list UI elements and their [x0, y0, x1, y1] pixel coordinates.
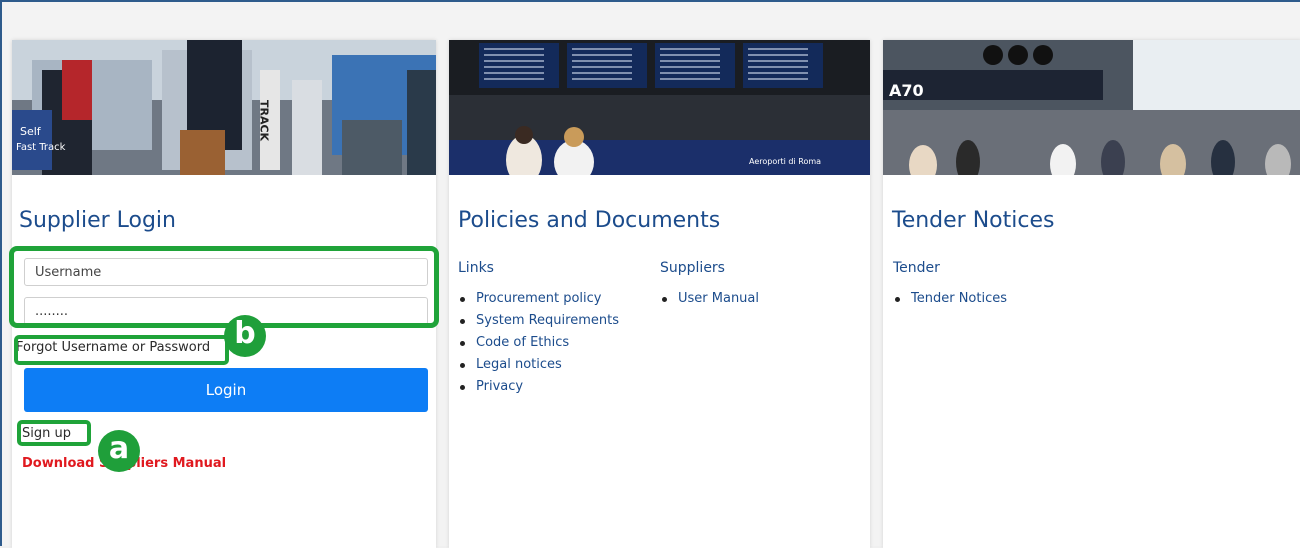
page-frame: Self Fast Track TRACK Supplier Login For…	[0, 0, 1300, 548]
suppliers-heading: Suppliers	[660, 260, 725, 276]
tender-notices-link[interactable]: Tender Notices	[894, 288, 1007, 310]
sign-up-link[interactable]: Sign up	[22, 426, 71, 441]
username-input[interactable]	[24, 258, 428, 286]
tender-title: Tender Notices	[892, 208, 1055, 233]
system-requirements-link[interactable]: System Requirements	[460, 310, 619, 332]
self-sign-text: Self	[20, 125, 42, 138]
badge-b: b	[224, 315, 266, 357]
supplier-login-card: Self Fast Track TRACK Supplier Login For…	[12, 40, 436, 548]
code-of-ethics-link[interactable]: Code of Ethics	[460, 332, 619, 354]
links-list: Procurement policy System Requirements C…	[458, 288, 619, 398]
gate-area-photo: A70	[883, 40, 1300, 175]
fast-track-photo: Self Fast Track TRACK	[12, 40, 436, 175]
policies-card: Aeroporti di Roma Policies and Documents…	[449, 40, 870, 548]
tender-card: A70 Tender Notices Tender Tender Notices	[883, 40, 1300, 548]
brand-text: Aeroporti di Roma	[749, 157, 821, 166]
procurement-policy-link[interactable]: Procurement policy	[460, 288, 619, 310]
user-manual-link[interactable]: User Manual	[661, 288, 759, 310]
forgot-credentials-link[interactable]: Forgot Username or Password	[16, 340, 210, 355]
links-heading: Links	[458, 260, 494, 276]
track-sign-text: TRACK	[258, 100, 271, 142]
policies-title: Policies and Documents	[458, 208, 721, 233]
privacy-link[interactable]: Privacy	[460, 376, 619, 398]
departures-board-photo: Aeroporti di Roma	[449, 40, 870, 175]
suppliers-list: User Manual	[660, 288, 759, 310]
login-button[interactable]: Login	[24, 368, 428, 412]
tender-list: Tender Notices	[893, 288, 1007, 310]
supplier-login-title: Supplier Login	[19, 208, 176, 233]
legal-notices-link[interactable]: Legal notices	[460, 354, 619, 376]
gate-sign-text: A70	[889, 81, 924, 100]
password-input[interactable]	[24, 297, 428, 325]
badge-a: a	[98, 430, 140, 472]
fast-track-sign-text: Fast Track	[16, 142, 66, 153]
tender-heading: Tender	[893, 260, 940, 276]
